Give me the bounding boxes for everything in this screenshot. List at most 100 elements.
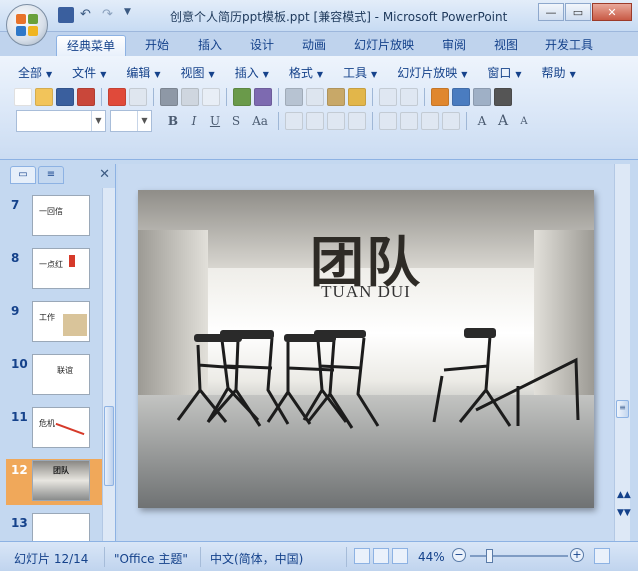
menu-insert[interactable]: 插入 ▼ (225, 62, 279, 83)
font-color-button[interactable]: A (473, 114, 491, 128)
menu-help[interactable]: 帮助 ▼ (532, 62, 586, 83)
slide-thumbnail[interactable]: 11 危机 (6, 406, 102, 452)
menu-file[interactable]: 文件 ▼ (62, 62, 116, 83)
zoom-slider-knob[interactable] (486, 549, 493, 563)
print-preview-icon[interactable] (181, 88, 199, 106)
align-center-icon[interactable] (306, 112, 324, 130)
chart-icon[interactable] (431, 88, 449, 106)
close-button[interactable]: ✕ (592, 3, 632, 21)
slide-thumbnail[interactable]: 9 工作 (6, 300, 102, 346)
grayscale-icon[interactable] (494, 88, 512, 106)
undo-icon[interactable]: ↶ (80, 7, 96, 23)
tab-insert[interactable]: 插入 (188, 35, 232, 56)
research-icon[interactable] (202, 88, 220, 106)
permission-icon[interactable] (77, 88, 95, 106)
font-name-combo[interactable]: ▼ (16, 110, 106, 132)
menu-all[interactable]: 全部 ▼ (8, 62, 62, 83)
grow-font-button[interactable]: A (494, 113, 512, 129)
italic-button[interactable]: I (185, 114, 203, 128)
tab-classic-menu[interactable]: 经典菜单 (56, 35, 126, 56)
cut-icon[interactable] (285, 88, 303, 106)
print-icon[interactable] (160, 88, 178, 106)
spelling-icon[interactable] (233, 88, 251, 106)
tab-slides[interactable]: ▭ (10, 166, 36, 184)
fit-to-window-icon[interactable] (594, 548, 610, 564)
slideshow-view-button[interactable] (392, 548, 408, 564)
slide-sorter-button[interactable] (373, 548, 389, 564)
chevron-down-icon: ▼ (137, 111, 151, 131)
menu-tools[interactable]: 工具 ▼ (333, 62, 387, 83)
zoom-slider[interactable] (470, 555, 568, 557)
slide-thumbnail[interactable]: 10 联谊 (6, 353, 102, 399)
thumbnails-scrollbar[interactable] (102, 188, 115, 541)
undo-icon[interactable] (379, 88, 397, 106)
thumbnail-number: 11 (11, 410, 28, 424)
menu-format[interactable]: 格式 ▼ (279, 62, 333, 83)
menu-view[interactable]: 视图 ▼ (171, 62, 225, 83)
tab-home[interactable]: 开始 (136, 35, 178, 56)
translate-icon[interactable] (254, 88, 272, 106)
tab-slideshow[interactable]: 幻灯片放映 (346, 35, 422, 56)
columns-icon[interactable] (379, 112, 397, 130)
tab-outline[interactable]: ≡ (38, 166, 64, 184)
numbering-icon[interactable] (421, 112, 439, 130)
slide-thumbnail[interactable]: 7 一回信 (6, 194, 102, 240)
save-icon[interactable] (58, 7, 74, 23)
minimize-button[interactable]: — (538, 3, 564, 21)
tab-animations[interactable]: 动画 (294, 35, 334, 56)
thumbnail-caption: 团队 (53, 466, 69, 475)
align-right-icon[interactable] (327, 112, 345, 130)
tab-review[interactable]: 审阅 (434, 35, 474, 56)
previous-slide-icon[interactable]: ▲▲ (617, 490, 631, 500)
hyperlink-icon[interactable] (473, 88, 491, 106)
slide-thumbnail[interactable]: 8 一点红 (6, 247, 102, 293)
scrollbar-thumb[interactable]: ≡ (616, 400, 629, 418)
zoom-in-button[interactable]: + (570, 548, 584, 562)
bullets-icon[interactable] (442, 112, 460, 130)
tab-view[interactable]: 视图 (486, 35, 526, 56)
font-size-combo[interactable]: ▼ (110, 110, 152, 132)
next-slide-icon[interactable]: ▼▼ (617, 508, 631, 518)
shadow-button[interactable]: S (227, 114, 245, 128)
format-painter-icon[interactable] (348, 88, 366, 106)
slide-thumbnail[interactable]: 13 合作 (6, 512, 102, 541)
slide-editing-area: 团队 TUAN DUI (118, 164, 614, 541)
email-icon[interactable] (108, 88, 126, 106)
scrollbar-thumb[interactable] (104, 406, 114, 486)
menu-window[interactable]: 窗口 ▼ (477, 62, 531, 83)
text-direction-icon[interactable] (400, 112, 418, 130)
redo-icon[interactable] (400, 88, 418, 106)
normal-view-button[interactable] (354, 548, 370, 564)
new-icon[interactable] (14, 88, 32, 106)
zoom-level[interactable]: 44% (418, 550, 445, 564)
tab-design[interactable]: 设计 (242, 35, 282, 56)
customize-qat-icon[interactable]: ▼ (124, 7, 140, 23)
slide-thumbnail-selected[interactable]: 12 团队 (6, 459, 102, 505)
align-left-icon[interactable] (285, 112, 303, 130)
slide-canvas[interactable]: 团队 TUAN DUI (138, 190, 594, 508)
copy-icon[interactable] (306, 88, 324, 106)
slide-subtitle[interactable]: TUAN DUI (138, 282, 594, 302)
shrink-font-button[interactable]: A (515, 116, 533, 127)
tab-developer[interactable]: 开发工具 (538, 35, 600, 56)
open-icon[interactable] (35, 88, 53, 106)
pdf-icon[interactable] (129, 88, 147, 106)
office-button[interactable] (6, 4, 48, 46)
menu-slideshow[interactable]: 幻灯片放映 ▼ (387, 62, 477, 83)
slide-scrollbar[interactable]: ≡ ▲▲ ▼▼ (614, 164, 631, 541)
table-icon[interactable] (452, 88, 470, 106)
language-indicator[interactable]: 中文(简体，中国) (210, 550, 303, 567)
zoom-out-button[interactable]: − (452, 548, 466, 562)
menu-edit[interactable]: 编辑 ▼ (116, 62, 170, 83)
theme-name[interactable]: "Office 主题" (114, 550, 188, 567)
redo-icon[interactable]: ↷ (102, 7, 118, 23)
save-icon[interactable] (56, 88, 74, 106)
thumbnail-caption: 联谊 (57, 366, 73, 375)
justify-icon[interactable] (348, 112, 366, 130)
restore-button[interactable]: ▭ (565, 3, 591, 21)
change-case-button[interactable]: Aa (248, 114, 272, 128)
bold-button[interactable]: B (164, 114, 182, 128)
paste-icon[interactable] (327, 88, 345, 106)
underline-button[interactable]: U (206, 114, 224, 128)
close-panel-icon[interactable]: ✕ (99, 167, 110, 182)
